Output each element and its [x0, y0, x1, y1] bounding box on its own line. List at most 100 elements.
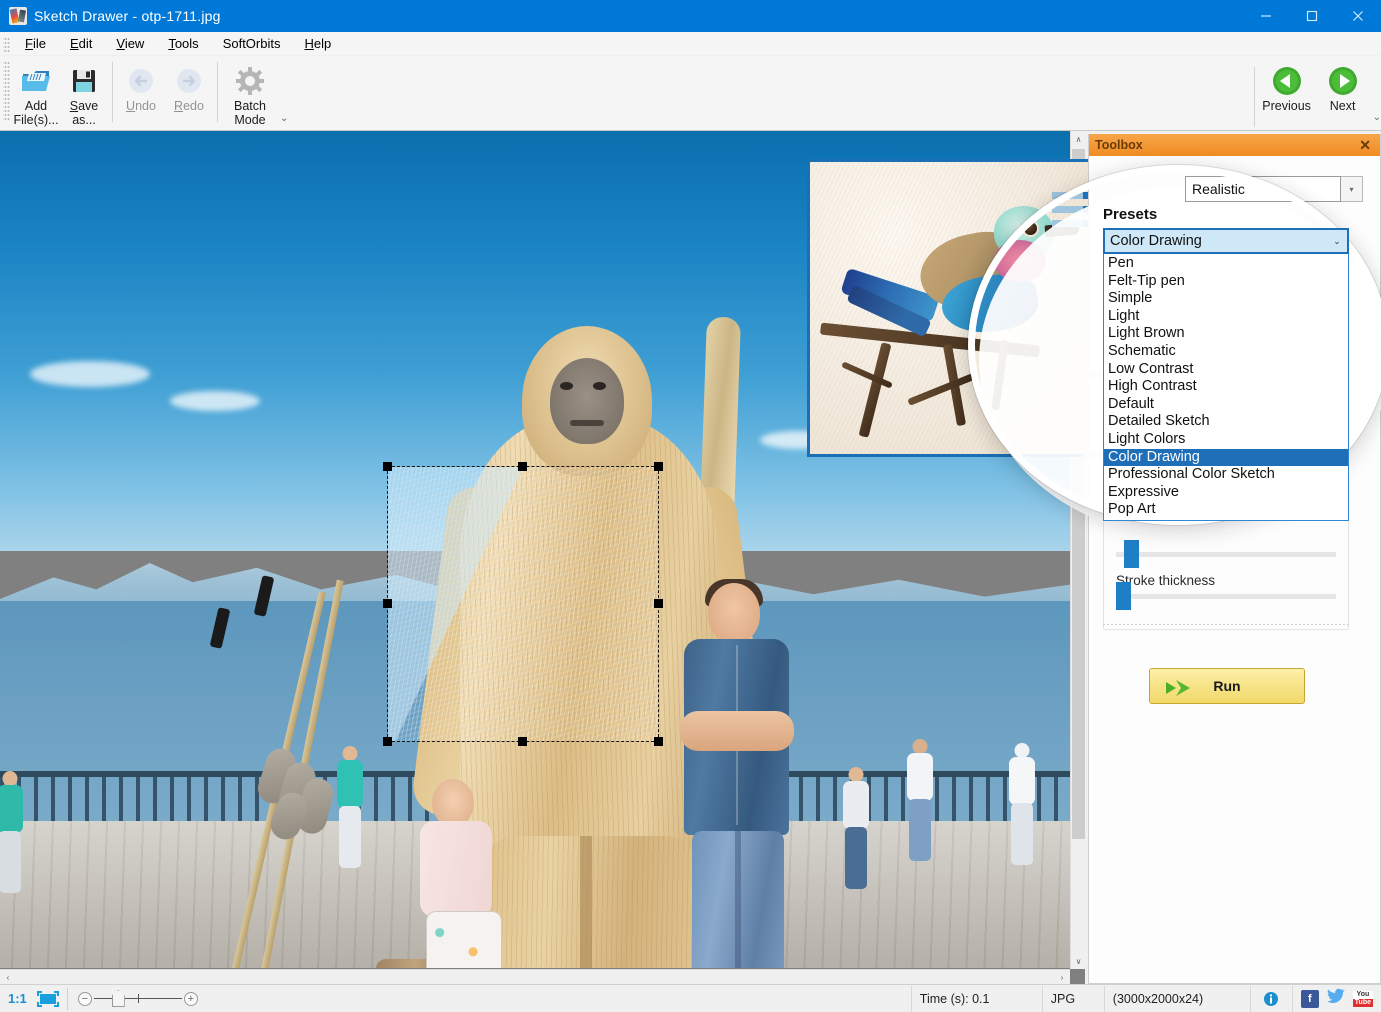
preset-dropdown[interactable]: Color Drawing ⌄	[1103, 228, 1349, 254]
preset-option[interactable]: Light Colors	[1104, 431, 1348, 449]
youtube-icon[interactable]: You Tube	[1352, 990, 1373, 1007]
twitter-icon[interactable]	[1326, 988, 1345, 1009]
toolbar-group-file: Add File(s)... Save as...	[12, 56, 108, 128]
toolbar-group-navigation: Previous Next ⌄	[1250, 56, 1381, 127]
preset-option-selected[interactable]: Color Drawing	[1104, 448, 1348, 467]
main-toolbar: Add File(s)... Save as... Undo Redo Batc…	[0, 56, 1381, 131]
toolbar-group-history: Undo Redo	[117, 56, 213, 128]
preset-option[interactable]: Felt-Tip pen	[1104, 273, 1348, 291]
add-files-label: Add File(s)...	[13, 99, 59, 127]
maximize-button[interactable]	[1289, 0, 1335, 32]
window-titlebar: Sketch Drawer - otp-1711.jpg	[0, 0, 1381, 32]
effect-dropdown[interactable]: Realistic ▾	[1185, 176, 1363, 202]
canvas-horizontal-scrollbar[interactable]: ‹ ›	[0, 969, 1070, 984]
preset-option[interactable]: Schematic	[1104, 343, 1348, 361]
stroke-thickness-label: Stroke thickness	[1116, 573, 1216, 588]
statusbar: 1:1 − + Time (s): 0.1 JPG (3000x2000x24)…	[0, 984, 1381, 1012]
toolbar-overflow-button[interactable]: ⌄	[280, 113, 288, 124]
scroll-down-button[interactable]: ∨	[1071, 953, 1086, 969]
statusbar-spacer	[198, 986, 911, 1012]
toolbar-nav-overflow-button[interactable]: ⌄	[1373, 112, 1381, 123]
preview-overlay[interactable]	[807, 159, 1093, 457]
toolbox-close-icon[interactable]: ✕	[1356, 138, 1374, 152]
detail-slider[interactable]	[1116, 540, 1336, 568]
fit-to-window-icon[interactable]	[36, 990, 59, 1007]
preset-option[interactable]: Low Contrast	[1104, 361, 1348, 379]
preset-option[interactable]: Pop Art	[1104, 501, 1348, 519]
menu-softorbits[interactable]: SoftOrbits	[211, 34, 293, 53]
preset-option[interactable]: High Contrast	[1104, 378, 1348, 396]
adult-person	[672, 579, 822, 968]
next-button[interactable]: Next	[1315, 61, 1371, 116]
chevron-down-icon[interactable]: ▾	[1341, 176, 1363, 202]
toolbar-separator-3	[1253, 67, 1255, 127]
stroke-thickness-knob[interactable]	[1116, 582, 1131, 610]
save-as-button[interactable]: Save as...	[60, 61, 108, 130]
zoom-slider[interactable]: − +	[77, 986, 198, 1012]
app-icon	[9, 7, 27, 25]
close-button[interactable]	[1335, 0, 1381, 32]
menu-tools[interactable]: Tools	[156, 34, 210, 53]
chevron-down-icon[interactable]: ⌄	[1327, 236, 1347, 247]
window-controls	[1243, 0, 1381, 32]
preset-option[interactable]: Light	[1104, 308, 1348, 326]
yeti-hand	[254, 744, 337, 852]
previous-button[interactable]: Previous	[1259, 61, 1315, 116]
batch-mode-button[interactable]: Batch Mode	[222, 61, 278, 130]
zoom-ratio-label[interactable]: 1:1	[0, 991, 35, 1006]
application-window: Sketch Drawer - otp-1711.jpg FFileile Ed…	[0, 0, 1381, 1012]
zoom-in-button[interactable]: +	[183, 991, 198, 1006]
processing-time: Time (s): 0.1	[910, 985, 1043, 1012]
social-links: f You Tube	[1293, 988, 1381, 1009]
menu-view[interactable]: View	[104, 34, 156, 53]
green-arrow-icon	[1164, 678, 1202, 701]
redo-button[interactable]: Redo	[165, 61, 213, 116]
preset-option[interactable]: Detailed Sketch	[1104, 413, 1348, 431]
preset-option[interactable]: Expressive	[1104, 484, 1348, 502]
detail-slider-knob[interactable]	[1124, 540, 1139, 568]
file-format: JPG	[1043, 985, 1105, 1012]
preset-dropdown-value: Color Drawing	[1110, 233, 1202, 249]
facebook-icon[interactable]: f	[1300, 989, 1319, 1008]
undo-button[interactable]: Undo	[117, 61, 165, 116]
toolbox-panel: Toolbox ✕ Contour ✓ Enab Edges Edge Smud…	[979, 134, 1381, 984]
preset-option[interactable]: Professional Color Sketch	[1104, 466, 1348, 484]
toolbar-separator-2	[217, 62, 218, 122]
run-button[interactable]: Run	[1149, 668, 1305, 704]
toolbar-separator-1	[112, 62, 113, 122]
effect-dropdown-value[interactable]: Realistic	[1185, 176, 1341, 202]
presets-label: Presets	[1103, 206, 1158, 223]
youtube-bottom-label: Tube	[1352, 998, 1373, 1007]
redo-icon	[174, 64, 204, 97]
preset-option[interactable]: Default	[1104, 396, 1348, 414]
preset-option[interactable]: Light Brown	[1104, 325, 1348, 343]
menu-edit[interactable]: Edit	[58, 34, 104, 53]
menu-file[interactable]: FFileile	[13, 34, 58, 53]
add-files-button[interactable]: Add File(s)...	[12, 61, 60, 130]
scroll-right-button[interactable]: ›	[1054, 970, 1070, 985]
toolbar-grip[interactable]	[3, 60, 10, 122]
next-label: Next	[1329, 99, 1356, 113]
previous-icon	[1271, 64, 1303, 97]
scroll-left-button[interactable]: ‹	[0, 970, 16, 985]
minimize-button[interactable]	[1243, 0, 1289, 32]
preset-dropdown-list[interactable]: Pen Felt-Tip pen Simple Light Light Brow…	[1103, 254, 1349, 521]
toolbox-titlebar: Toolbox ✕	[1089, 134, 1380, 156]
add-files-icon	[20, 64, 52, 97]
zoom-slider-thumb[interactable]	[111, 990, 125, 1007]
zoom-out-button[interactable]: −	[77, 991, 92, 1006]
undo-icon	[126, 64, 156, 97]
info-icon[interactable]	[1251, 985, 1293, 1012]
zoom-slider-track[interactable]	[93, 990, 182, 1007]
gear-icon	[235, 64, 265, 97]
image-dimensions: (3000x2000x24)	[1105, 985, 1251, 1012]
menubar-grip[interactable]	[3, 35, 10, 52]
child-person	[404, 773, 534, 968]
previous-label: Previous	[1262, 99, 1311, 113]
stroke-thickness-slider[interactable]	[1116, 582, 1336, 610]
menu-help[interactable]: Help	[292, 34, 343, 53]
batch-mode-label: Batch Mode	[234, 99, 266, 127]
preset-option[interactable]: Pen	[1104, 255, 1348, 273]
scroll-up-button[interactable]: ∧	[1071, 131, 1086, 147]
preset-option[interactable]: Simple	[1104, 290, 1348, 308]
